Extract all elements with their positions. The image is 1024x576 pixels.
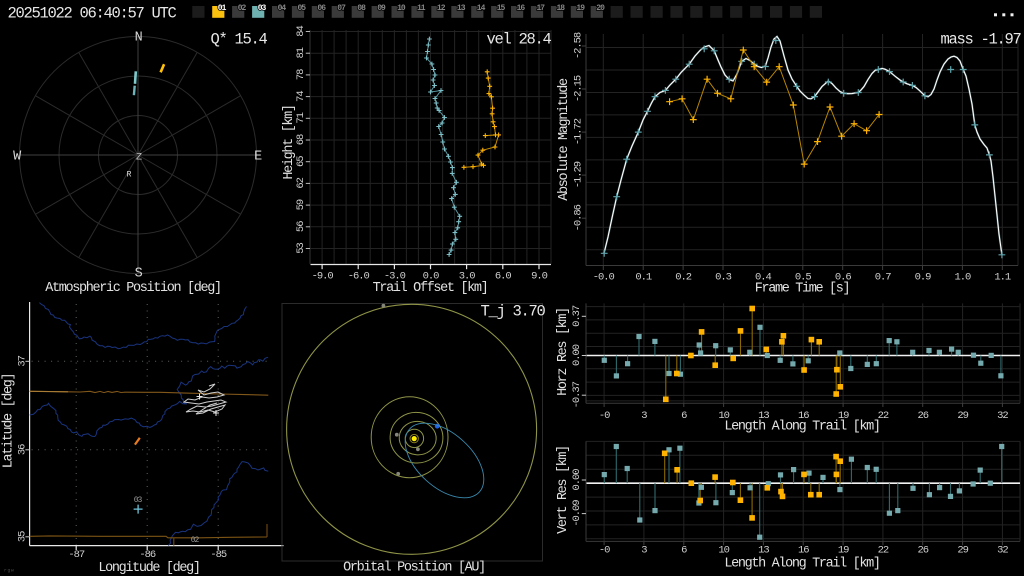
- svg-text:1.1: 1.1: [994, 272, 1011, 284]
- svg-text:10: 10: [397, 4, 406, 13]
- svg-text:68: 68: [295, 134, 307, 145]
- svg-text:Height [km]: Height [km]: [282, 105, 297, 179]
- svg-text:rgw: rgw: [4, 568, 15, 574]
- svg-text:1.0: 1.0: [955, 272, 972, 284]
- svg-text:-0.0: -0.0: [593, 272, 615, 284]
- svg-text:71: 71: [295, 112, 307, 123]
- svg-text:9.0: 9.0: [531, 271, 548, 283]
- svg-text:-2.58: -2.58: [573, 32, 585, 59]
- svg-text:vel 28.4: vel 28.4: [486, 31, 551, 49]
- svg-text:6.0: 6.0: [495, 271, 512, 283]
- svg-text:Z: Z: [136, 151, 142, 163]
- svg-text:T_j 3.70: T_j 3.70: [481, 302, 546, 320]
- svg-text:06: 06: [317, 4, 326, 13]
- svg-text:20251022 06:40:57 UTC: 20251022 06:40:57 UTC: [8, 4, 177, 22]
- svg-text:07: 07: [337, 4, 346, 13]
- svg-text:29: 29: [957, 545, 968, 557]
- svg-text:Vert Res [km]: Vert Res [km]: [556, 446, 571, 534]
- svg-text:0.1: 0.1: [635, 272, 652, 284]
- svg-text:32: 32: [997, 545, 1008, 557]
- svg-text:84: 84: [295, 26, 307, 37]
- svg-text:36: 36: [17, 444, 29, 455]
- svg-text:0.9: 0.9: [915, 272, 932, 284]
- svg-text:Length Along Trail [km]: Length Along Trail [km]: [724, 557, 879, 572]
- svg-text:6: 6: [681, 410, 687, 422]
- svg-text:19: 19: [576, 4, 585, 13]
- svg-text:Latitude [deg]: Latitude [deg]: [2, 374, 17, 469]
- svg-text:32: 32: [997, 410, 1008, 422]
- svg-text:-6.0: -6.0: [348, 271, 370, 283]
- svg-text:02: 02: [238, 4, 247, 13]
- svg-text:04: 04: [278, 4, 287, 13]
- svg-text:-1.72: -1.72: [573, 118, 585, 145]
- svg-text:20: 20: [596, 4, 605, 13]
- svg-text:59: 59: [295, 199, 307, 210]
- svg-text:Absolute Magnitude: Absolute Magnitude: [557, 78, 572, 201]
- svg-text:18: 18: [557, 4, 566, 13]
- svg-text:81: 81: [295, 47, 307, 58]
- svg-text:-9.0: -9.0: [312, 271, 334, 283]
- svg-text:3: 3: [641, 410, 647, 422]
- svg-text:-87: -87: [68, 549, 85, 561]
- svg-text:-86: -86: [139, 549, 156, 561]
- svg-text:Length Along Trail [km]: Length Along Trail [km]: [724, 420, 879, 435]
- svg-text:26: 26: [917, 410, 928, 422]
- svg-text:02: 02: [191, 536, 200, 545]
- svg-text:53: 53: [295, 243, 307, 254]
- svg-text:Frame Time [s]: Frame Time [s]: [755, 282, 850, 297]
- svg-text:29: 29: [957, 410, 968, 422]
- svg-text:56: 56: [295, 221, 307, 232]
- svg-text:0.2: 0.2: [675, 272, 692, 284]
- svg-text:62: 62: [295, 177, 307, 188]
- svg-text:-2.15: -2.15: [573, 75, 585, 102]
- svg-text:0.3: 0.3: [715, 272, 732, 284]
- svg-text:3: 3: [641, 545, 647, 557]
- svg-text:Q* 15.4: Q* 15.4: [211, 31, 268, 49]
- svg-text:10: 10: [718, 545, 729, 557]
- svg-text:Atmospheric Position [deg]: Atmospheric Position [deg]: [45, 281, 221, 296]
- svg-text:65: 65: [295, 156, 307, 167]
- svg-text:0.7: 0.7: [875, 272, 892, 284]
- svg-text:09: 09: [377, 4, 386, 13]
- svg-text:05: 05: [298, 4, 307, 13]
- svg-text:08: 08: [357, 4, 366, 13]
- svg-text:17: 17: [537, 4, 546, 13]
- svg-text:-85: -85: [210, 549, 227, 561]
- svg-text:-0: -0: [599, 410, 610, 422]
- svg-text:19: 19: [838, 545, 849, 557]
- svg-text:Orbital Position [AU]: Orbital Position [AU]: [343, 561, 485, 576]
- svg-text:-0: -0: [599, 545, 610, 557]
- svg-text:15: 15: [497, 4, 506, 13]
- svg-text:Longitude [deg]: Longitude [deg]: [98, 561, 199, 576]
- svg-text:0.00: 0.00: [571, 344, 583, 366]
- svg-text:03: 03: [258, 4, 267, 13]
- svg-text:Horz Res [km]: Horz Res [km]: [556, 308, 571, 396]
- svg-text:78: 78: [295, 69, 307, 80]
- svg-text:-0.09: -0.09: [571, 500, 583, 527]
- svg-text:01: 01: [218, 4, 227, 13]
- svg-text:16: 16: [517, 4, 526, 13]
- svg-text:13: 13: [758, 545, 769, 557]
- svg-text:0.00: 0.00: [571, 469, 583, 491]
- svg-text:-0.37: -0.37: [571, 381, 583, 408]
- svg-text:35: 35: [17, 531, 29, 542]
- svg-text:mass -1.97: mass -1.97: [940, 31, 1021, 49]
- svg-text:Trail Offset [km]: Trail Offset [km]: [373, 281, 488, 296]
- svg-text:13: 13: [457, 4, 466, 13]
- svg-text:6: 6: [681, 545, 687, 557]
- svg-text:-0.86: -0.86: [573, 204, 585, 231]
- svg-text:03: 03: [134, 496, 143, 505]
- svg-text:74: 74: [295, 91, 307, 102]
- svg-text:16: 16: [798, 545, 809, 557]
- svg-text:-1.29: -1.29: [573, 161, 585, 188]
- svg-text:11: 11: [417, 4, 426, 13]
- svg-text:22: 22: [878, 545, 889, 557]
- svg-text:12: 12: [437, 4, 446, 13]
- svg-text:26: 26: [917, 545, 928, 557]
- svg-text:14: 14: [477, 4, 486, 13]
- svg-text:37: 37: [17, 355, 29, 366]
- svg-text:0.37: 0.37: [571, 305, 583, 327]
